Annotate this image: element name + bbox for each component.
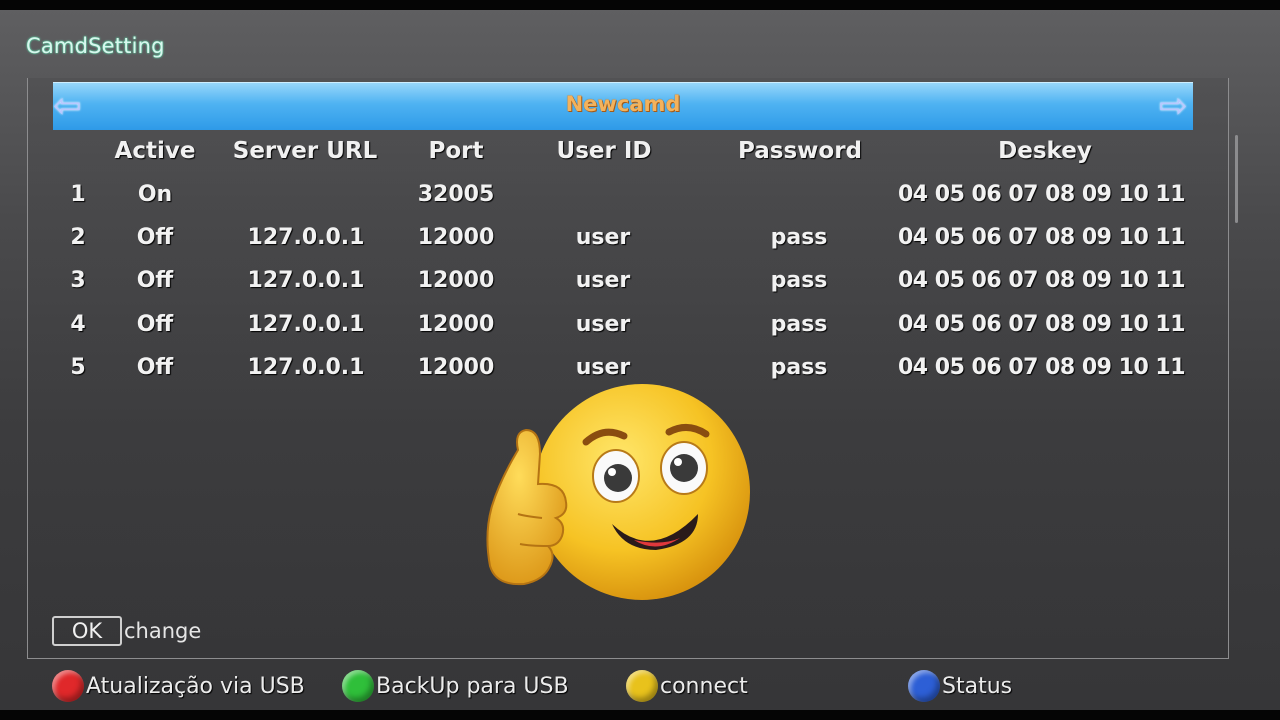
deskey-cell[interactable]: 04 05 06 07 08 09 10 11 12 13 [898,182,1194,207]
server-url-cell[interactable]: 127.0.0.1 [248,355,365,380]
arrow-right-icon[interactable]: ⇨ [1159,89,1193,123]
server-url-cell[interactable]: 127.0.0.1 [248,225,365,250]
legend-blue[interactable]: Status [908,670,1012,702]
legend-red[interactable]: Atualização via USB [52,670,305,702]
yellow-button-icon [626,670,658,702]
port-cell[interactable]: 32005 [418,182,495,207]
port-cell[interactable]: 12000 [418,268,495,293]
active-cell[interactable]: On [138,182,172,207]
table-row[interactable]: 4 Off 127.0.0.1 12000 user pass 04 05 06… [53,306,1198,346]
row-number: 5 [70,355,86,380]
port-cell[interactable]: 12000 [418,225,495,250]
tv-screen: CamdSetting ⇦ Newcamd ⇨ Active Server UR… [0,10,1280,710]
password-cell[interactable]: pass [771,225,828,250]
table-row[interactable]: 2 Off 127.0.0.1 12000 user pass 04 05 06… [53,219,1198,259]
table-row[interactable]: 3 Off 127.0.0.1 12000 user pass 04 05 06… [53,262,1198,302]
col-header-port: Port [428,138,484,164]
user-id-cell[interactable]: user [576,312,631,337]
port-cell[interactable]: 12000 [418,312,495,337]
active-cell[interactable]: Off [137,312,174,337]
thumbs-up-emoji-icon [486,384,750,600]
user-id-cell[interactable]: user [576,355,631,380]
password-cell[interactable]: pass [771,268,828,293]
ok-change-hint: OK change [52,616,201,646]
col-header-server-url: Server URL [232,138,378,164]
legend-label-connect: connect [660,673,748,699]
col-header-password: Password [738,138,862,164]
active-cell[interactable]: Off [137,225,174,250]
server-url-cell[interactable]: 127.0.0.1 [248,268,365,293]
screen-title: CamdSetting [26,34,165,58]
legend-label-backup-usb: BackUp para USB [376,673,569,699]
table-row[interactable]: 1 On 32005 04 05 06 07 08 09 10 11 12 13 [53,176,1198,216]
scrollbar[interactable] [1235,135,1238,223]
red-button-icon [52,670,84,702]
legend-label-usb-update: Atualização via USB [86,673,305,699]
ok-hint-label: change [124,619,202,643]
deskey-cell[interactable]: 04 05 06 07 08 09 10 11 12 13 [898,268,1194,293]
password-cell[interactable]: pass [771,312,828,337]
protocol-selector[interactable]: ⇦ Newcamd ⇨ [53,82,1193,130]
protocol-title: Newcamd [565,92,681,116]
table-row[interactable]: 5 Off 127.0.0.1 12000 user pass 04 05 06… [53,349,1198,389]
col-header-user-id: User ID [556,138,652,164]
col-header-deskey: Deskey [998,138,1092,164]
legend-yellow[interactable]: connect [626,670,748,702]
active-cell[interactable]: Off [137,355,174,380]
row-number: 4 [70,312,86,337]
port-cell[interactable]: 12000 [418,355,495,380]
legend-label-status: Status [942,673,1013,699]
ok-key-icon[interactable]: OK [52,616,122,646]
server-url-cell[interactable]: 127.0.0.1 [248,312,365,337]
row-number: 2 [70,225,86,250]
green-button-icon [342,670,374,702]
deskey-cell[interactable]: 04 05 06 07 08 09 10 11 12 13 [898,225,1194,250]
row-number: 3 [70,268,86,293]
col-header-active: Active [114,138,196,164]
active-cell[interactable]: Off [137,268,174,293]
user-id-cell[interactable]: user [576,268,631,293]
row-number: 1 [70,182,86,207]
user-id-cell[interactable]: user [576,225,631,250]
blue-button-icon [908,670,940,702]
password-cell[interactable]: pass [771,355,828,380]
deskey-cell[interactable]: 04 05 06 07 08 09 10 11 12 13 [898,312,1194,337]
deskey-cell[interactable]: 04 05 06 07 08 09 10 11 12 13 [898,355,1194,380]
legend-green[interactable]: BackUp para USB [342,670,569,702]
